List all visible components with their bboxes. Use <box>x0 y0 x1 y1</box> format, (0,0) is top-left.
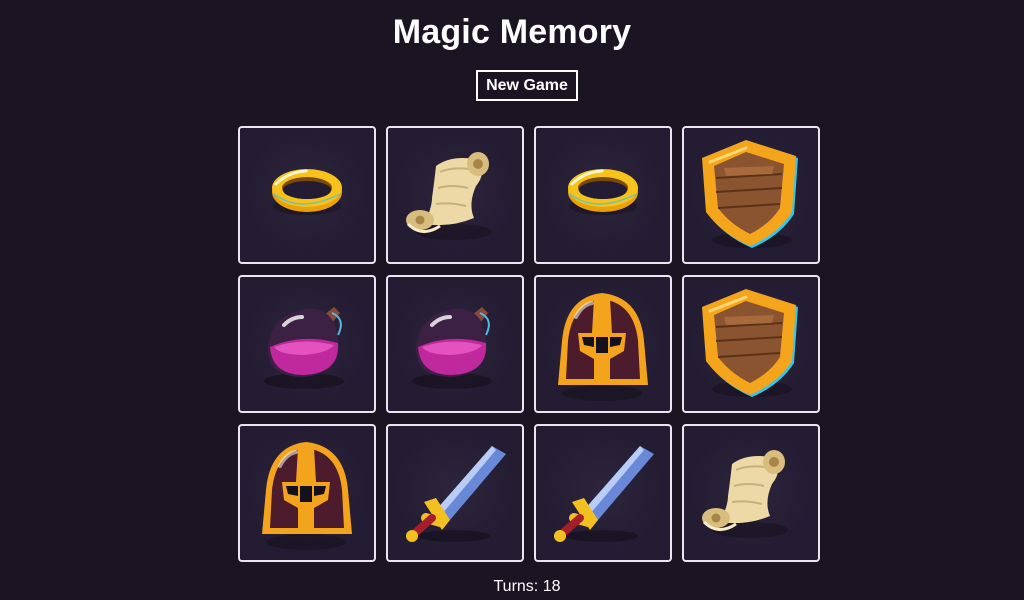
card-potion[interactable] <box>238 275 376 413</box>
card-shield[interactable] <box>682 275 820 413</box>
card-sword[interactable] <box>534 424 672 562</box>
card-scroll[interactable] <box>386 126 524 264</box>
card-grid <box>238 126 820 562</box>
card-potion[interactable] <box>386 275 524 413</box>
card-shield[interactable] <box>682 126 820 264</box>
turns-counter: Turns: 18 <box>493 578 561 595</box>
card-helmet[interactable] <box>238 424 376 562</box>
card-helmet[interactable] <box>534 275 672 413</box>
card-scroll[interactable] <box>682 424 820 562</box>
new-game-button[interactable]: New Game <box>476 70 578 101</box>
card-ring[interactable] <box>238 126 376 264</box>
page-title: Magic Memory <box>392 13 632 51</box>
card-ring[interactable] <box>534 126 672 264</box>
card-sword[interactable] <box>386 424 524 562</box>
